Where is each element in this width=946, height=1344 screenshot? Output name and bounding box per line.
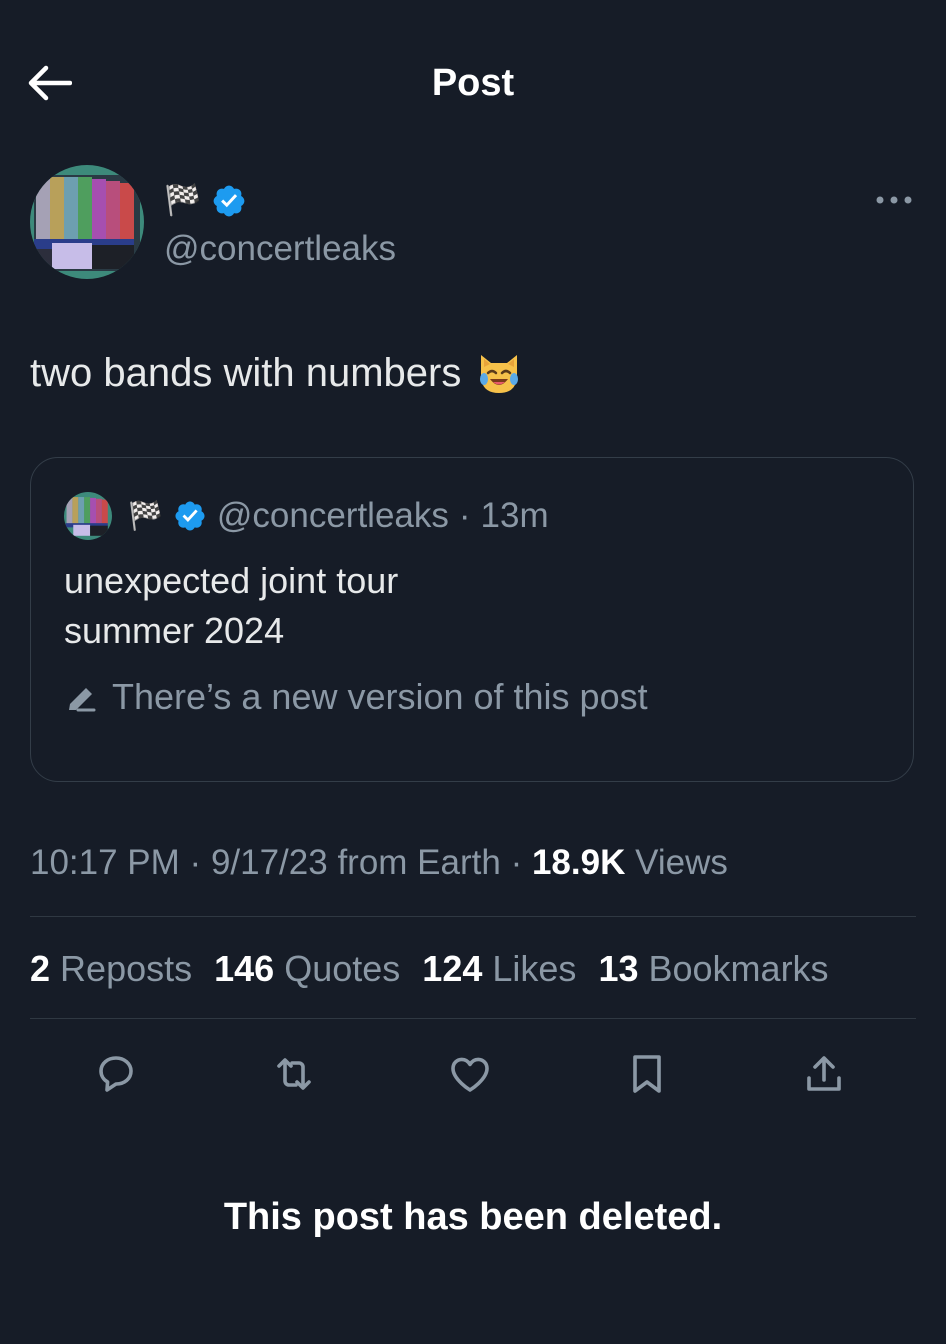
- stat-bookmarks[interactable]: 13 Bookmarks: [598, 948, 828, 990]
- likes-count: 124: [422, 948, 483, 989]
- share-button[interactable]: [794, 1044, 854, 1104]
- quoted-post-line-1: unexpected joint tour: [64, 560, 399, 601]
- avatar-image: [30, 165, 144, 279]
- author-handle[interactable]: @concertleaks: [164, 227, 396, 271]
- quoted-avatar: [64, 492, 112, 540]
- verified-badge-icon[interactable]: [211, 183, 247, 219]
- quoted-post-text: unexpected joint tour summer 2024: [64, 556, 398, 656]
- display-name-row: 🏁: [164, 179, 247, 223]
- bookmark-icon: [633, 1055, 661, 1093]
- post-metadata: 10:17 PM · 9/17/23 from Earth · 18.9K Vi…: [30, 838, 728, 888]
- author-block: 🏁 @concertleaks: [30, 165, 916, 285]
- reposts-label: Reposts: [60, 948, 193, 989]
- meta-separator: ·: [510, 843, 523, 882]
- edit-notice-text: There’s a new version of this post: [112, 676, 648, 717]
- quoted-handle: @concertleaks: [216, 496, 449, 535]
- quotes-label: Quotes: [284, 948, 401, 989]
- bookmarks-label: Bookmarks: [648, 948, 829, 989]
- quoted-post-card[interactable]: 🏁 @concertleaks · 13m unexpected joint t…: [30, 457, 914, 782]
- likes-label: Likes: [492, 948, 577, 989]
- post-text: two bands with numbers: [30, 345, 523, 401]
- views-count: 18.9K: [531, 843, 626, 882]
- quoted-timestamp: 13m: [480, 496, 549, 535]
- header: Post: [0, 0, 946, 165]
- verified-badge-icon: [175, 501, 205, 531]
- repost-button[interactable]: [264, 1044, 324, 1104]
- more-options-button[interactable]: [872, 185, 916, 215]
- post-text-content: two bands with numbers: [30, 351, 462, 395]
- edit-notice[interactable]: There’s a new version of this post: [64, 673, 648, 721]
- reply-icon: [99, 1056, 133, 1092]
- share-icon: [807, 1056, 841, 1091]
- like-button[interactable]: [440, 1044, 500, 1104]
- quoted-post-line-2: summer 2024: [64, 610, 285, 651]
- deleted-notice: This post has been deleted.: [223, 1196, 723, 1238]
- action-bar: [0, 1044, 946, 1104]
- stat-likes[interactable]: 124 Likes: [422, 948, 576, 990]
- divider: [30, 916, 916, 917]
- post-time[interactable]: 10:17 PM: [30, 843, 180, 882]
- repost-icon: [277, 1058, 311, 1090]
- quoted-avatar-image: [64, 492, 112, 540]
- engagement-stats: 2 Reposts 146 Quotes 124 Likes 13 Bookma…: [30, 942, 851, 996]
- quoted-separator: ·: [458, 496, 471, 535]
- divider: [30, 1018, 916, 1019]
- quoted-display-name-flag: 🏁: [128, 500, 163, 531]
- post-date[interactable]: 9/17/23: [211, 843, 328, 882]
- more-horizontal-icon: [876, 196, 912, 204]
- quoted-post-header: 🏁 @concertleaks · 13m: [64, 490, 549, 542]
- meta-separator: ·: [189, 843, 202, 882]
- bookmarks-count: 13: [598, 948, 639, 989]
- reply-button[interactable]: [86, 1044, 146, 1104]
- reposts-count: 2: [30, 948, 51, 989]
- pencil-icon: [69, 688, 96, 712]
- bookmark-button[interactable]: [617, 1044, 677, 1104]
- page-title: Post: [431, 62, 515, 104]
- cat-face-with-tears-of-joy-icon: [480, 355, 519, 393]
- stat-reposts[interactable]: 2 Reposts: [30, 948, 192, 990]
- display-name-flag[interactable]: 🏁: [164, 181, 201, 221]
- stat-quotes[interactable]: 146 Quotes: [214, 948, 400, 990]
- quotes-count: 146: [214, 948, 275, 989]
- post-source: from Earth: [337, 843, 501, 882]
- like-icon: [451, 1057, 489, 1092]
- avatar[interactable]: [30, 165, 144, 279]
- views-label: Views: [635, 843, 728, 882]
